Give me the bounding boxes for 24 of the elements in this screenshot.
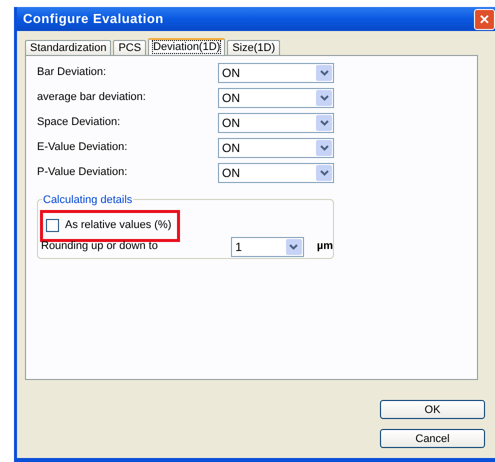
dropdown[interactable]: ON — [218, 62, 334, 82]
window-title: Configure Evaluation — [23, 10, 164, 28]
dropdown[interactable]: ON — [218, 88, 334, 108]
unit-label: µm — [316, 239, 333, 254]
dropdown[interactable]: 1 — [231, 236, 304, 256]
setting-label: Space Deviation: — [37, 115, 122, 130]
setting-label: P-Value Deviation: — [37, 165, 128, 180]
tab[interactable]: PCS — [113, 40, 146, 55]
tab[interactable]: Deviation(1D) — [148, 38, 226, 55]
group-title: Calculating details — [42, 192, 134, 208]
tab[interactable]: Standardization — [25, 40, 112, 55]
tab[interactable]: Size(1D) — [227, 40, 280, 55]
setting-label: average bar deviation: — [37, 90, 147, 106]
dialog-button[interactable]: Cancel — [380, 429, 485, 448]
setting-label: Rounding up or down to — [41, 239, 159, 254]
checkbox-label: As relative values (%) — [65, 218, 172, 233]
setting-label: E-Value Deviation: — [37, 140, 128, 156]
setting-label: Bar Deviation: — [37, 65, 108, 80]
checkbox[interactable] — [46, 218, 59, 232]
ok-button[interactable]: OK — [380, 400, 485, 419]
dropdown[interactable]: ON — [218, 138, 334, 158]
dropdown[interactable]: ON — [218, 112, 334, 132]
dropdown[interactable]: ON — [218, 162, 334, 182]
close-button[interactable]: ✕ — [474, 8, 495, 30]
